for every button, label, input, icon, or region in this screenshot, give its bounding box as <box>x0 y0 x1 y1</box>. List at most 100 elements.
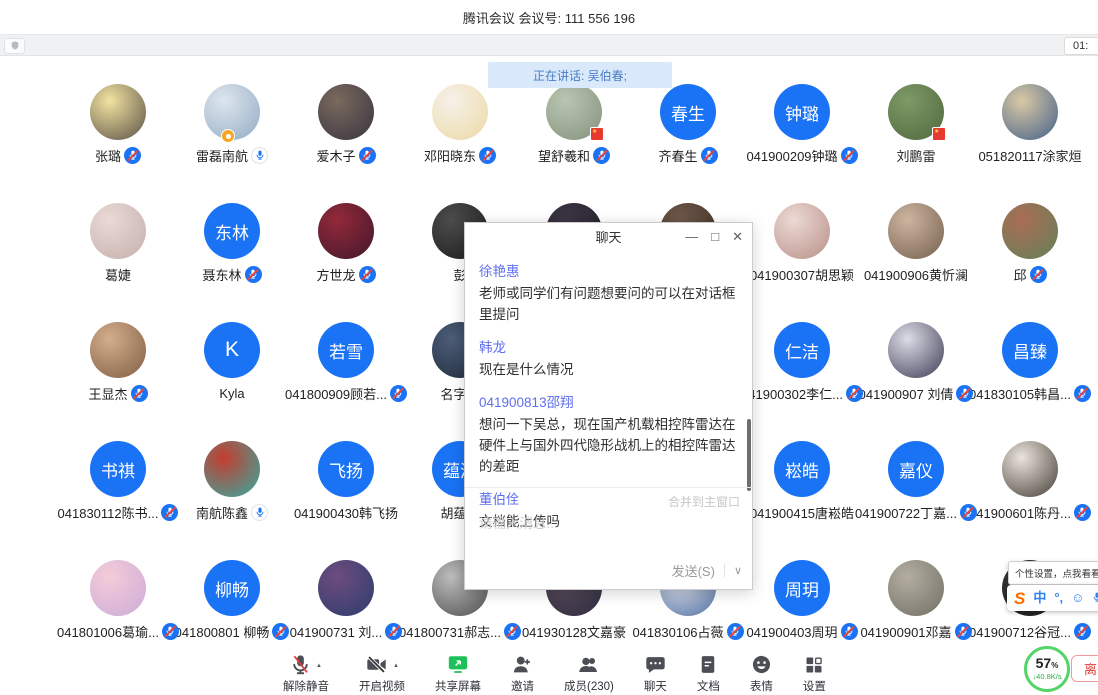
participant-tile[interactable]: 刘鹏雷 <box>859 84 973 203</box>
participant-tile[interactable]: 南航陈鑫 <box>175 441 289 560</box>
toolbar-options-arrow[interactable]: ▲ <box>393 663 399 669</box>
network-percent: 57% <box>1036 657 1059 672</box>
avatar-badge-icon <box>932 127 946 141</box>
toolbar-settings-button[interactable]: 设置 <box>797 652 832 695</box>
participant-tile[interactable]: 昌臻 041830105韩昌... <box>973 322 1087 441</box>
participant-name-row: 邓阳晓东 <box>424 146 496 164</box>
participant-tile[interactable]: 041900907 刘倩 <box>859 322 973 441</box>
mic-status-icon <box>841 623 858 640</box>
participant-avatar <box>1002 441 1058 497</box>
toolbar-item-label: 共享屏幕 <box>435 678 481 694</box>
sogou-logo-icon[interactable]: S <box>1014 590 1025 607</box>
send-options-chevron-icon[interactable]: ∨ <box>724 564 742 577</box>
toolbar-members-button[interactable]: 成员(230) <box>558 652 620 695</box>
participant-name: 041900601陈丹... <box>969 503 1071 522</box>
participant-tile[interactable]: 雷磊南航 <box>175 84 289 203</box>
participant-tile[interactable]: 张璐 <box>61 84 175 203</box>
camera-off-icon <box>365 654 388 678</box>
settings-icon <box>804 655 824 678</box>
send-button[interactable]: 发送(S) <box>672 561 724 580</box>
mic-status-icon <box>124 147 141 164</box>
mic-status-icon <box>245 266 262 283</box>
participant-avatar <box>888 84 944 140</box>
participant-tile[interactable]: 东林 聂东林 <box>175 203 289 322</box>
participant-tile[interactable]: K Kyla <box>175 322 289 441</box>
chat-maximize-button[interactable]: □ <box>711 229 719 244</box>
chat-message: 041900813邵翔 想问一下吴总，现在国产机载相控阵雷达在硬件上与国外四代隐… <box>479 391 738 478</box>
participant-avatar <box>774 203 830 259</box>
participant-tile[interactable]: 书祺 041830112陈书... <box>61 441 175 560</box>
participant-tile[interactable]: 钟璐 041900209钟璐 <box>745 84 859 203</box>
participant-tile[interactable]: 041900307胡思颖 <box>745 203 859 322</box>
participant-avatar <box>90 203 146 259</box>
participant-tile[interactable]: 飞扬 041900430韩飞扬 <box>289 441 403 560</box>
chinese-mode-icon[interactable]: 中 <box>1033 591 1046 605</box>
toolbar-document-button[interactable]: 文档 <box>691 652 726 695</box>
network-status-indicator[interactable]: 57% ↓40.8K/s <box>1024 646 1070 692</box>
participant-name: 041900307胡思颖 <box>750 265 854 284</box>
participant-name-row: 041830105韩昌... <box>969 384 1091 402</box>
participant-name: 041900209钟璐 <box>746 146 837 165</box>
participant-name: 葛婕 <box>105 265 131 284</box>
chat-close-button[interactable]: ✕ <box>732 229 743 245</box>
participant-avatar <box>90 322 146 378</box>
participant-name: 041830112陈书... <box>58 503 159 522</box>
participant-tile[interactable]: 王显杰 <box>61 322 175 441</box>
participant-tile[interactable]: 葛婕 <box>61 203 175 322</box>
security-shield-button[interactable] <box>4 38 25 54</box>
participant-tile[interactable]: 邓阳晓东 <box>403 84 517 203</box>
chat-message-sender: 041900813邵翔 <box>479 391 738 411</box>
toolbar-emoji-button[interactable]: 表情 <box>744 652 779 695</box>
participant-tile[interactable]: 051820117涂家烜 <box>973 84 1087 203</box>
mic-status-icon <box>479 147 496 164</box>
chat-message-text: 想问一下吴总，现在国产机载相控阵雷达在硬件上与国外四代隐形战机上的相控阵雷达的差… <box>479 415 738 478</box>
participant-tile[interactable]: 爱木子 <box>289 84 403 203</box>
participant-name-row: 041800731郝志... <box>399 622 521 640</box>
participant-tile[interactable]: 041900601陈丹... <box>973 441 1087 560</box>
emoji-face-icon[interactable]: ☺ <box>1071 591 1084 605</box>
participant-tile[interactable]: 041900906黄忻澜 <box>859 203 973 322</box>
participant-tile[interactable]: 若雪 041800909顾若... <box>289 322 403 441</box>
participant-tile[interactable]: 方世龙 <box>289 203 403 322</box>
punctuation-icon[interactable]: °, <box>1054 591 1063 605</box>
participant-name-row: Kyla <box>219 384 244 402</box>
participant-name-row: 041900907 刘倩 <box>859 384 974 402</box>
participant-name-row: 041801006葛瑜... <box>57 622 179 640</box>
chat-window-header[interactable]: 聊天 —□✕ <box>465 223 752 250</box>
leave-meeting-button[interactable]: 离开会议 <box>1071 655 1098 682</box>
toolbar-share-screen-button[interactable]: 共享屏幕 <box>429 652 487 695</box>
participant-tile[interactable]: 邱 <box>973 203 1087 322</box>
document-icon <box>698 654 718 678</box>
toolbar-options-arrow[interactable]: ▲ <box>316 663 322 669</box>
chat-minimize-button[interactable]: — <box>685 229 698 244</box>
participant-avatar <box>318 560 374 616</box>
ime-mic-icon[interactable] <box>1092 589 1098 607</box>
chat-scrollbar-thumb[interactable] <box>747 419 751 491</box>
participant-avatar <box>318 203 374 259</box>
invite-icon <box>512 654 533 678</box>
participant-name-row: 齐春生 <box>658 146 717 164</box>
participant-tile[interactable]: 嘉仪 041900722丁嘉... <box>859 441 973 560</box>
toolbar-chat-bubble-button[interactable]: 聊天 <box>638 652 673 695</box>
mic-status-icon <box>359 147 376 164</box>
mic-status-icon <box>846 385 863 402</box>
members-icon <box>578 654 600 678</box>
mic-status-icon <box>727 623 744 640</box>
participant-tile[interactable]: 春生 齐春生 <box>631 84 745 203</box>
chat-message-input[interactable] <box>477 510 740 554</box>
participant-avatar <box>888 560 944 616</box>
toolbar-camera-off-button[interactable]: ▲ 开启视频 <box>353 652 411 695</box>
participant-tile[interactable]: 崧皓 041900415唐崧皓 <box>745 441 859 560</box>
participant-avatar: 仁洁 <box>774 322 830 378</box>
participant-tile[interactable]: 仁洁 041900302李仁... <box>745 322 859 441</box>
participant-avatar <box>1002 203 1058 259</box>
participant-name: 041900907 刘倩 <box>859 384 954 403</box>
toolbar-invite-button[interactable]: 邀请 <box>505 652 540 695</box>
shield-icon <box>10 39 20 54</box>
participant-avatar: 若雪 <box>318 322 374 378</box>
toolbar-mic-off-button[interactable]: ▲ 解除静音 <box>277 652 335 695</box>
participant-name: 邱 <box>1013 265 1026 284</box>
participant-tile[interactable]: 望舒羲和 <box>517 84 631 203</box>
merge-to-main-window-link[interactable]: 合并到主窗口 <box>668 493 740 510</box>
participant-name-row: 041900302李仁... <box>741 384 863 402</box>
